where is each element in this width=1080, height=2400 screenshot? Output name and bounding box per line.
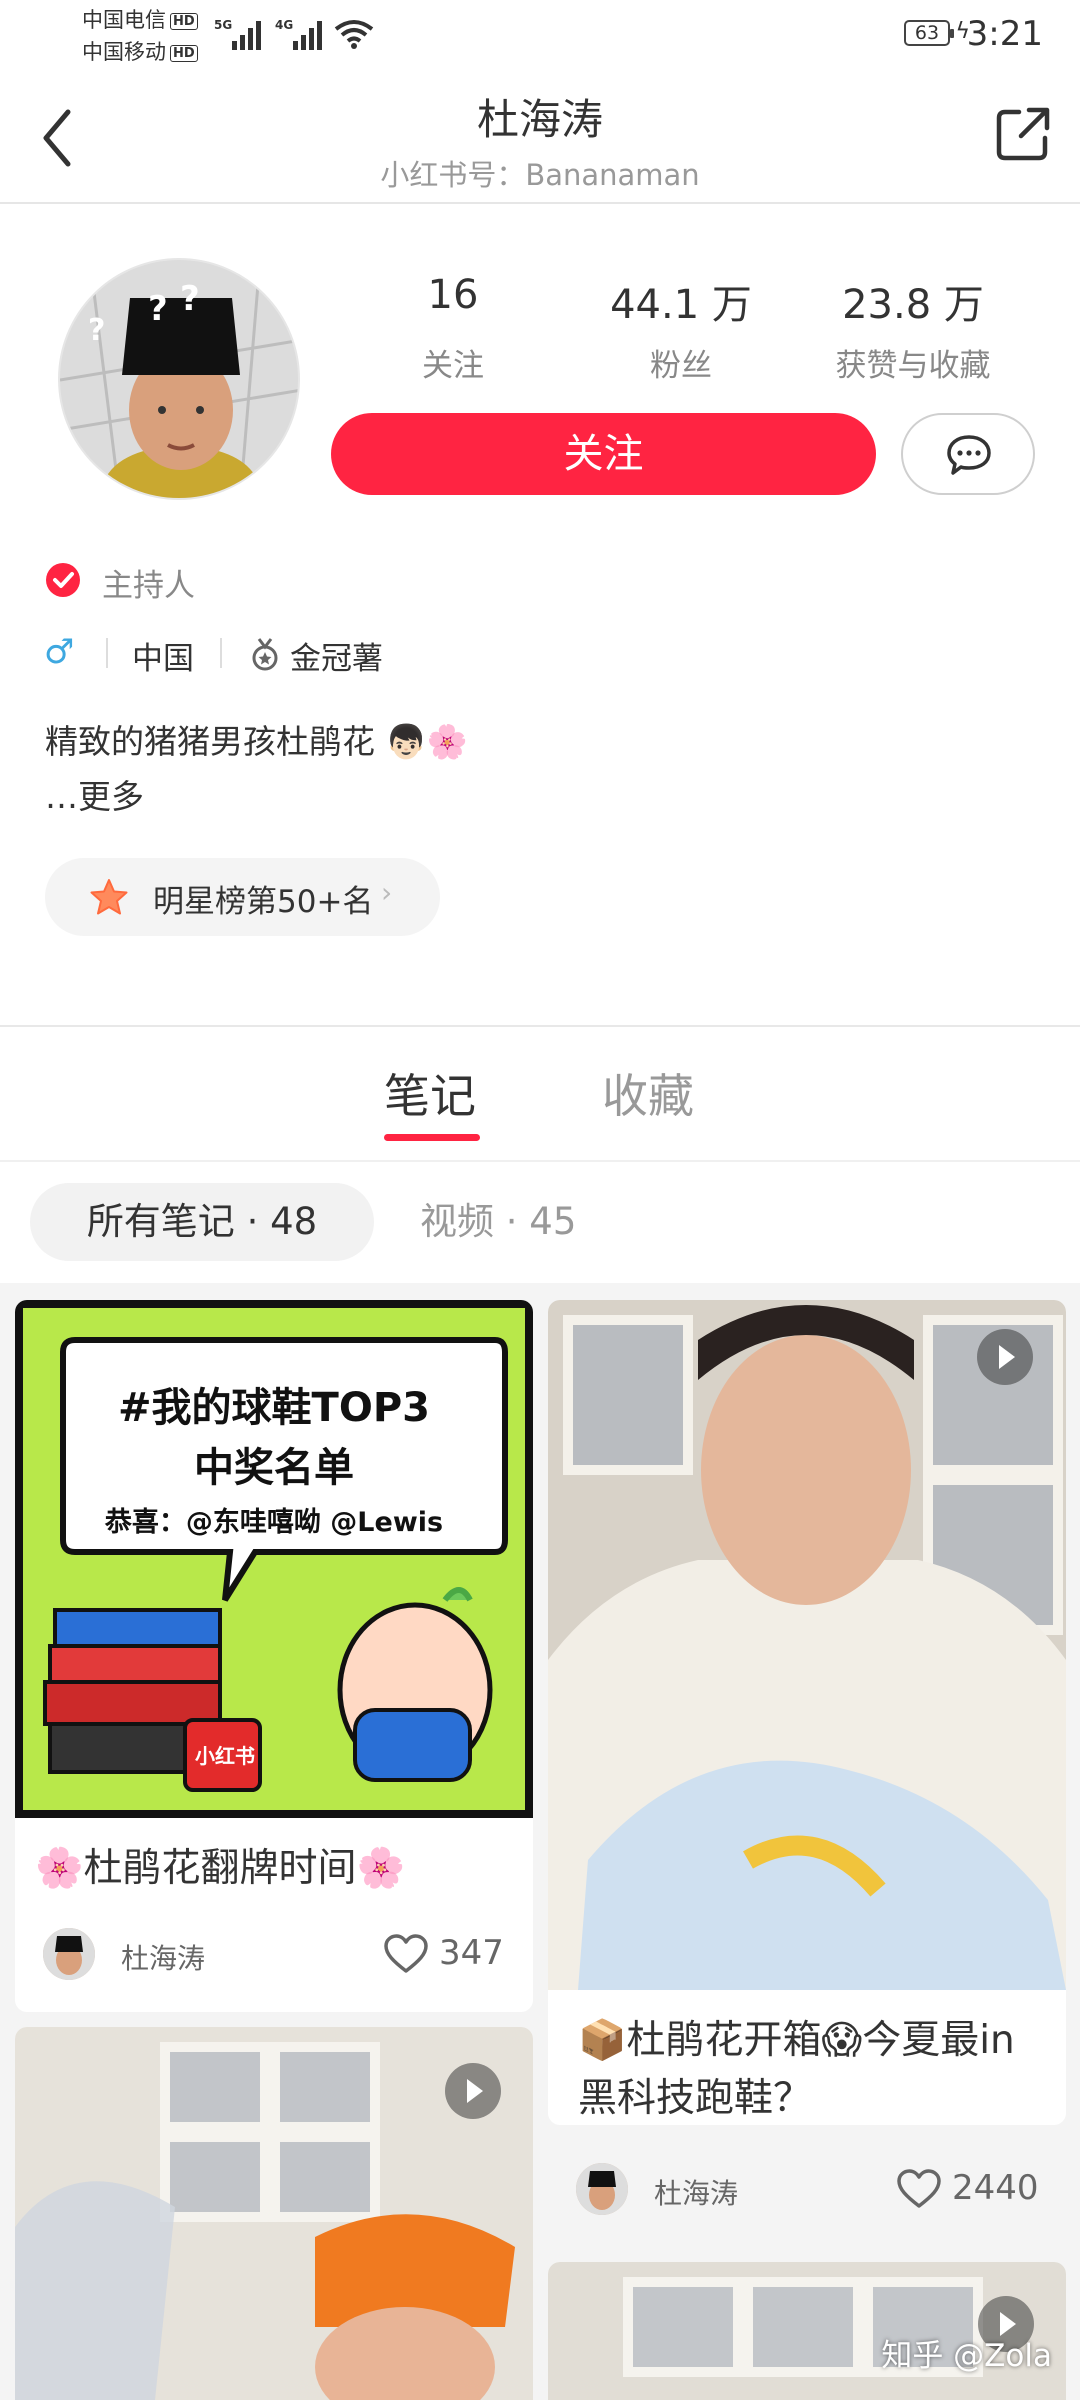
- poster-heading: #我的球鞋TOP3: [118, 1385, 430, 1431]
- bio-text: 精致的猪猪男孩杜鹃花 👦🏻🌸: [45, 722, 468, 761]
- status-bar: 中国电信 HD 中国移动 HD 5G 4G 63 ϟ 3:21: [0, 0, 1080, 72]
- bio-more-link[interactable]: …更多: [45, 770, 144, 818]
- tab-notes[interactable]: 笔记: [384, 1060, 476, 1126]
- signal-1-icon: [232, 20, 261, 50]
- chevron-right-icon: ›: [381, 876, 393, 909]
- avatar[interactable]: ? ? ?: [58, 258, 300, 500]
- watermark: 知乎 @Zola: [881, 2338, 1052, 2374]
- svg-text:?: ?: [180, 279, 200, 319]
- note-card[interactable]: [15, 2027, 533, 2400]
- divider: [220, 638, 222, 668]
- tabs-divider: [0, 1160, 1080, 1162]
- note-card[interactable]: #我的球鞋TOP3 中奖名单 恭喜：@东哇嘻呦 @Lewis 小红书 🌸杜鹃花翻…: [15, 1300, 533, 2012]
- author-name: 杜海涛: [654, 2177, 739, 2210]
- message-button[interactable]: [901, 413, 1035, 495]
- svg-text:?: ?: [88, 313, 105, 348]
- star-rank-pill[interactable]: 明星榜第50+名 ›: [45, 858, 440, 936]
- stat-likes-value: 23.8 万: [842, 282, 984, 328]
- stat-following-value: 16: [427, 272, 479, 318]
- user-id: 小红书号：Bananaman: [380, 158, 700, 192]
- note-title: 🌸杜鹃花翻牌时间🌸: [35, 1846, 406, 1891]
- svg-text:?: ?: [148, 289, 168, 329]
- like-count: 347: [439, 1933, 504, 1973]
- medal-label: 金冠薯: [290, 641, 383, 677]
- verified-check-icon: [46, 563, 80, 597]
- heart-icon[interactable]: [896, 2169, 942, 2209]
- author-name: 杜海涛: [121, 1942, 206, 1975]
- network-4g-label: 4G: [275, 18, 294, 32]
- share-external-icon[interactable]: [995, 106, 1051, 162]
- poster-credit: 恭喜：@东哇嘻呦 @Lewis: [104, 1507, 444, 1538]
- like-count: 2440: [952, 2168, 1039, 2208]
- author-avatar: [576, 2163, 628, 2215]
- stat-fans-value: 44.1 万: [610, 282, 752, 328]
- follow-button[interactable]: 关注: [331, 413, 876, 495]
- divider: [106, 638, 108, 668]
- verified-label: 主持人: [102, 568, 195, 604]
- network-5g-label: 5G: [214, 18, 233, 32]
- stat-likes-label: 获赞与收藏: [835, 348, 991, 384]
- note-title: 📦杜鹃花开箱😱今夏最in黑科技跑鞋？: [578, 2018, 1015, 2121]
- wifi-icon: [334, 20, 374, 49]
- heart-icon[interactable]: [383, 1934, 429, 1974]
- clock: 3:21: [966, 14, 1043, 54]
- note-cover-image: [548, 1300, 1066, 1990]
- profile-header: 杜海涛 小红书号：Bananaman: [0, 72, 1080, 204]
- location-label: 中国: [132, 641, 194, 677]
- carrier-2: 中国移动 HD: [82, 42, 198, 63]
- note-card[interactable]: 📦杜鹃花开箱😱今夏最in黑科技跑鞋？: [548, 1300, 1066, 2125]
- brand-logo: 小红书: [195, 1744, 255, 1768]
- stat-fans-label: 粉丝: [650, 348, 712, 384]
- page-title: 杜海涛: [476, 95, 603, 144]
- video-play-icon: [445, 2063, 501, 2119]
- poster-subheading: 中奖名单: [194, 1445, 354, 1491]
- filter-videos[interactable]: 视频 · 45: [420, 1183, 576, 1261]
- tab-collections[interactable]: 收藏: [602, 1060, 694, 1126]
- author-avatar: [43, 1928, 95, 1980]
- video-play-icon: [977, 1329, 1033, 1385]
- rank-label: 明星榜第50+名: [153, 884, 374, 920]
- chat-bubble-icon: [947, 435, 991, 475]
- active-tab-indicator: [384, 1134, 480, 1141]
- carrier-1: 中国电信 HD: [82, 10, 198, 31]
- section-divider: [0, 1025, 1080, 1027]
- signal-2-icon: [293, 20, 322, 50]
- star-icon: [90, 879, 128, 915]
- battery-icon: 63: [904, 20, 954, 46]
- filter-all-notes[interactable]: 所有笔记 · 48: [30, 1183, 374, 1261]
- gender-male-icon: ♂: [44, 632, 75, 672]
- stat-following-label: 关注: [422, 348, 484, 384]
- medal-icon: [252, 638, 278, 671]
